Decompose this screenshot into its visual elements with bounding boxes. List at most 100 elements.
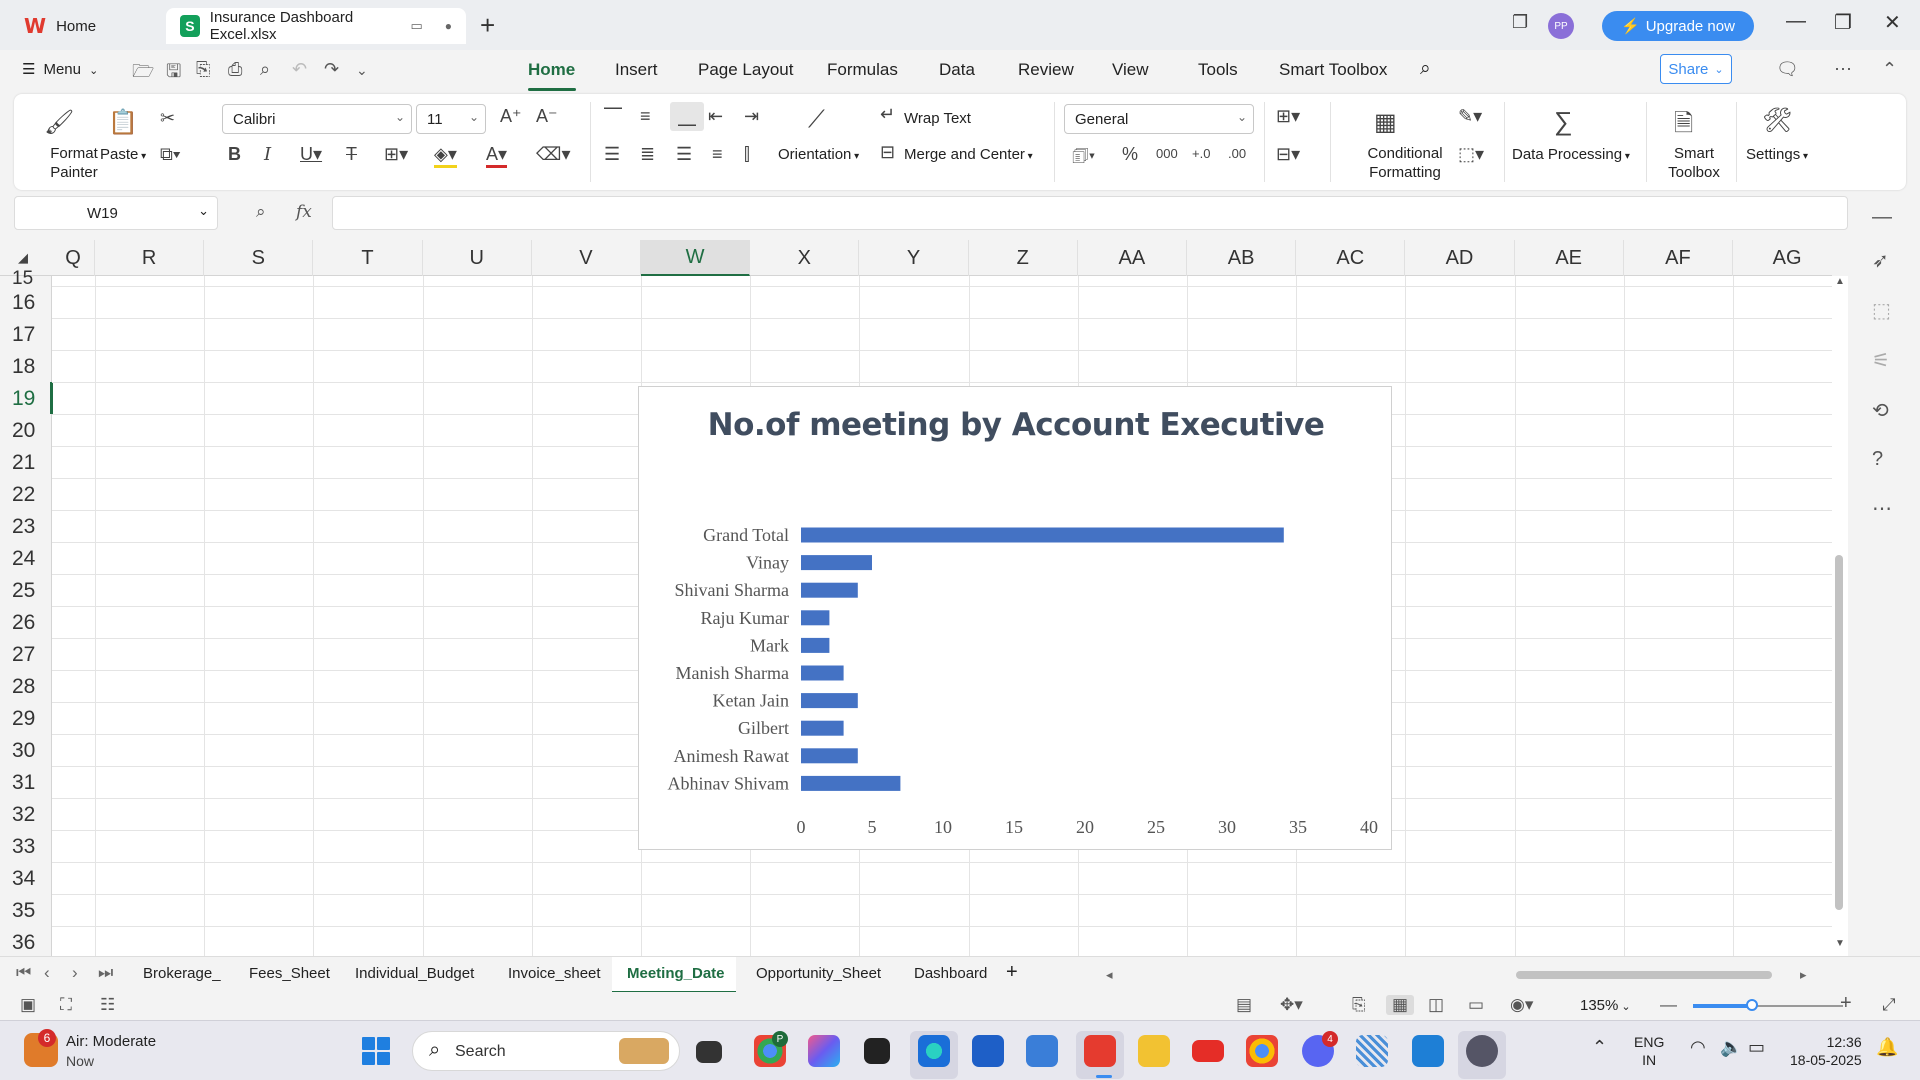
distributed-icon[interactable]: ⫿ [744, 144, 750, 165]
tab-smart-toolbox[interactable]: Smart Toolbox [1279, 60, 1387, 80]
column-header[interactable]: AD [1405, 240, 1515, 276]
tab-tools[interactable]: Tools [1198, 60, 1238, 80]
column-header[interactable]: X [750, 240, 860, 276]
bar-chart[interactable]: No.of meeting by Account Executive Grand… [638, 386, 1392, 850]
horizontal-scroll-thumb[interactable] [1516, 971, 1772, 979]
row-header[interactable]: 23 [0, 515, 52, 539]
bar[interactable] [801, 693, 858, 709]
column-header[interactable]: U [423, 240, 532, 276]
scroll-left-icon[interactable]: ◂ [1106, 967, 1113, 983]
select-cursor-icon[interactable]: ➶ [1872, 248, 1889, 273]
table-style-icon[interactable]: ⊟▾ [1276, 144, 1300, 165]
bar[interactable] [801, 637, 830, 653]
copy-icon[interactable]: ⧉▾ [160, 144, 180, 165]
close-icon[interactable]: ✕ [1884, 10, 1901, 35]
paste-button[interactable]: Paste ▾ [100, 146, 146, 163]
export-icon[interactable]: ⎘ [196, 59, 210, 80]
conditional-formatting-button[interactable]: Conditional Formatting [1340, 144, 1470, 182]
row-header[interactable]: 30 [0, 739, 52, 763]
notes-icon[interactable]: ☷ [100, 995, 115, 1015]
align-middle-icon[interactable]: ≡ [640, 106, 651, 127]
next-sheet-icon[interactable]: › [72, 963, 78, 983]
column-header[interactable]: R [95, 240, 205, 276]
row-header[interactable]: 18 [0, 355, 52, 379]
print-icon[interactable]: ⎙ [228, 59, 242, 80]
name-box[interactable]: W19 ⌄ [14, 196, 218, 230]
sigma-icon[interactable]: ∑ [1554, 106, 1573, 137]
quick-access-more-icon[interactable]: ⌄ [356, 62, 368, 79]
sheet-tab-invoice[interactable]: Invoice_sheet [508, 965, 601, 982]
align-bottom-icon[interactable]: ⎽ [670, 102, 704, 131]
decrease-indent-icon[interactable]: ⇤ [708, 106, 723, 127]
bar[interactable] [801, 582, 858, 598]
data-processing-button[interactable]: Data Processing ▾ [1512, 146, 1630, 163]
store-icon[interactable] [972, 1035, 1004, 1067]
tab-home[interactable]: Home [528, 60, 575, 80]
clear-format-icon[interactable]: ⌫▾ [536, 144, 571, 165]
more-icon[interactable]: ⋯ [1872, 496, 1892, 521]
font-name-select[interactable]: Calibri ⌄ [222, 104, 412, 134]
align-center-icon[interactable]: ≣ [640, 144, 655, 165]
copilot-icon[interactable] [808, 1035, 840, 1067]
fullscreen-icon[interactable]: ⤢ [1882, 995, 1896, 1015]
bar[interactable] [801, 610, 830, 626]
increase-decimal-icon[interactable]: +.0 [1192, 146, 1210, 161]
input-language[interactable]: ENG IN [1634, 1033, 1664, 1069]
row-header[interactable]: 26 [0, 611, 52, 635]
vscode-icon[interactable] [1412, 1035, 1444, 1067]
adjust-icon[interactable]: ⚟ [1872, 348, 1890, 373]
bar[interactable] [801, 665, 844, 681]
wrap-text-button[interactable]: Wrap Text [904, 110, 971, 127]
underline-icon[interactable]: U▾ [300, 144, 322, 165]
row-header[interactable]: 27 [0, 643, 52, 667]
notification-icon[interactable]: 🔔 [1876, 1037, 1898, 1058]
file-tab[interactable]: S Insurance Dashboard Excel.xlsx ▭ ● [166, 8, 466, 44]
orientation-button[interactable]: Orientation ▾ [778, 146, 859, 163]
zoom-in-icon[interactable]: + [1840, 992, 1852, 1015]
add-sheet-icon[interactable]: + [1006, 961, 1018, 984]
fill-icon[interactable]: ⬚▾ [1458, 144, 1484, 165]
maximize-icon[interactable]: ❐ [1834, 10, 1852, 35]
column-header[interactable]: V [532, 240, 641, 276]
borders-icon[interactable]: ⊞▾ [384, 144, 408, 165]
eye-protection-icon[interactable]: ◉▾ [1510, 995, 1533, 1015]
wifi-icon[interactable]: ◠ [1690, 1037, 1706, 1058]
more-options-icon[interactable]: ⋯ [1834, 59, 1852, 80]
battery-icon[interactable]: ▭ [1748, 1037, 1765, 1058]
help-icon[interactable]: ? [1872, 448, 1883, 471]
collapse-ribbon-icon[interactable]: ⌃ [1882, 59, 1897, 80]
column-header[interactable]: AC [1296, 240, 1406, 276]
column-header[interactable]: AG [1733, 240, 1832, 276]
font-color-icon[interactable]: A▾ [486, 144, 508, 168]
cut-icon[interactable]: ✂ [160, 108, 175, 129]
edge-icon[interactable] [918, 1035, 950, 1067]
strikethrough-icon[interactable]: T [346, 144, 357, 165]
font-size-select[interactable]: 11 ⌄ [416, 104, 486, 134]
redo-icon[interactable]: ↷ [324, 59, 339, 80]
bold-icon[interactable]: B [228, 144, 241, 165]
row-header[interactable]: 34 [0, 867, 52, 891]
clock[interactable]: 12:36 18-05-2025 [1790, 1033, 1862, 1069]
number-format-select[interactable]: General ⌄ [1064, 104, 1254, 134]
bar[interactable] [801, 527, 1284, 543]
sheet-tab-meeting-date[interactable]: Meeting_Date [627, 965, 725, 982]
bar[interactable] [801, 555, 872, 571]
vertical-scroll-thumb[interactable] [1835, 555, 1843, 910]
merge-center-button[interactable]: Merge and Center ▾ [904, 146, 1033, 163]
collab-icon[interactable]: ⛶ [60, 995, 72, 1015]
row-header[interactable]: 21 [0, 451, 52, 475]
youtube-icon[interactable] [1192, 1040, 1224, 1062]
shape-icon[interactable]: ⬚ [1872, 298, 1891, 323]
dev-app-icon[interactable] [864, 1038, 890, 1064]
format-painter-icon[interactable]: 🖌 [44, 108, 74, 137]
column-header[interactable]: AF [1624, 240, 1733, 276]
tab-insert[interactable]: Insert [615, 60, 658, 80]
row-header[interactable]: 33 [0, 835, 52, 859]
chrome-icon[interactable] [1246, 1035, 1278, 1067]
control-panel-icon[interactable] [1026, 1035, 1058, 1067]
tray-overflow-icon[interactable]: ⌃ [1592, 1037, 1607, 1058]
row-header[interactable]: 29 [0, 707, 52, 731]
settings-button[interactable]: Settings ▾ [1746, 146, 1808, 163]
task-view-icon[interactable] [696, 1041, 722, 1063]
first-sheet-icon[interactable]: ⏮ [16, 963, 31, 983]
